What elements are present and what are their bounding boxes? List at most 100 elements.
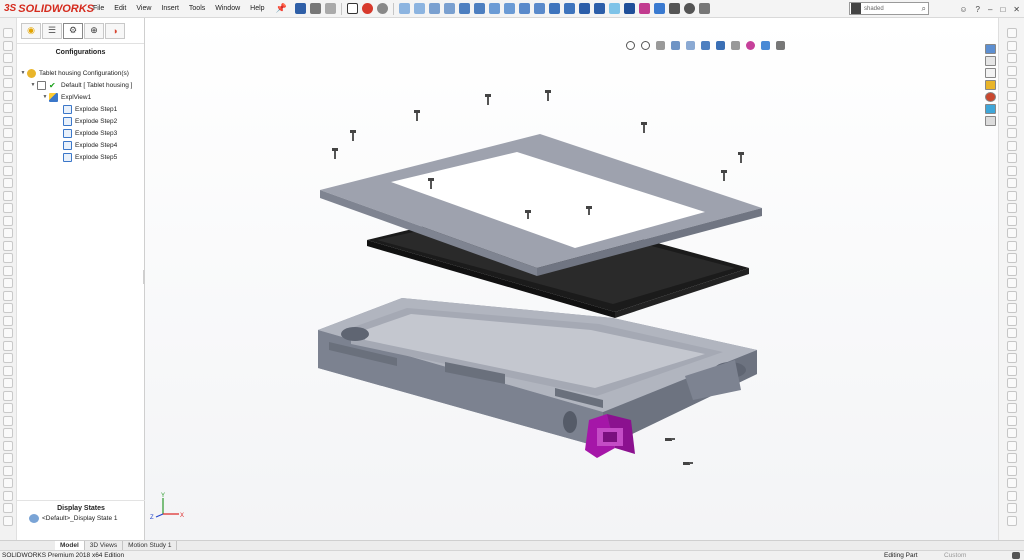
undo-icon[interactable]	[309, 3, 321, 14]
custom-properties-icon[interactable]	[985, 104, 996, 114]
left-tool-icon[interactable]	[3, 203, 13, 213]
right-tool-icon[interactable]	[1007, 190, 1017, 201]
view-icon-15[interactable]	[608, 3, 620, 14]
left-tool-icon[interactable]	[3, 403, 13, 413]
expand-arrow-icon[interactable]: ▼	[41, 94, 49, 100]
menu-help[interactable]: Help	[245, 0, 269, 18]
view-icon-4[interactable]	[443, 3, 455, 14]
left-tool-icon[interactable]	[3, 215, 13, 226]
left-tool-icon[interactable]	[3, 265, 13, 276]
appearances-icon[interactable]	[985, 92, 996, 102]
left-tool-icon[interactable]	[3, 478, 13, 488]
left-tool-icon[interactable]	[3, 365, 13, 376]
right-tool-icon[interactable]	[1007, 65, 1017, 76]
tree-item-explode-step[interactable]: Explode Step2	[17, 115, 144, 127]
right-tool-icon[interactable]	[1007, 440, 1017, 451]
right-tool-icon[interactable]	[1007, 140, 1017, 151]
right-tool-icon[interactable]	[1007, 28, 1017, 38]
left-tool-icon[interactable]	[3, 78, 13, 88]
dimxpert-icon[interactable]: ⊕	[84, 22, 104, 39]
feature-manager-icon[interactable]: ◉	[21, 22, 41, 39]
view-icon-11[interactable]	[548, 3, 560, 14]
housing-base[interactable]	[318, 298, 757, 448]
right-tool-icon[interactable]	[1007, 253, 1017, 263]
graphics-area[interactable]: Y X Z	[145, 18, 998, 540]
view-icon-14[interactable]	[593, 3, 605, 14]
view-icon-10[interactable]	[533, 3, 545, 14]
right-tool-icon[interactable]	[1007, 515, 1017, 526]
left-tool-icon[interactable]	[3, 178, 13, 188]
right-tool-icon[interactable]	[1007, 453, 1017, 463]
redo-icon[interactable]	[324, 3, 336, 14]
left-tool-icon[interactable]	[3, 315, 13, 326]
display-state-item[interactable]: <Default>_Display State 1	[29, 514, 118, 523]
view-icon-2[interactable]	[413, 3, 425, 14]
forum-icon[interactable]	[985, 116, 996, 126]
right-tool-icon[interactable]	[1007, 165, 1017, 176]
user-icon[interactable]: ☺	[955, 5, 971, 14]
configuration-manager-icon[interactable]: ⚙	[63, 22, 83, 39]
pin-icon[interactable]: 📌	[270, 3, 293, 14]
view-icon-9[interactable]	[518, 3, 530, 14]
screw[interactable]	[545, 90, 551, 101]
right-tool-icon[interactable]	[1007, 365, 1017, 376]
help-icon[interactable]: ?	[972, 5, 984, 14]
view-icon-8[interactable]	[503, 3, 515, 14]
tree-item-explode-step[interactable]: Explode Step1	[17, 103, 144, 115]
display-manager-icon[interactable]: ◑	[105, 22, 125, 39]
design-library-icon[interactable]	[985, 56, 996, 66]
left-tool-icon[interactable]	[3, 128, 13, 138]
screw[interactable]	[332, 148, 338, 159]
expand-arrow-icon[interactable]: ▼	[29, 82, 37, 88]
view-icon-16[interactable]	[623, 3, 635, 14]
view-icon-7[interactable]	[488, 3, 500, 14]
screw[interactable]	[641, 122, 647, 133]
left-tool-icon[interactable]	[3, 453, 13, 463]
home-icon[interactable]	[985, 44, 996, 54]
left-tool-icon[interactable]	[3, 240, 13, 251]
right-tool-icon[interactable]	[1007, 503, 1017, 513]
view-icon-3[interactable]	[428, 3, 440, 14]
tree-item-explode-step[interactable]: Explode Step5	[17, 151, 144, 163]
tree-item-explode-step[interactable]: Explode Step3	[17, 127, 144, 139]
command-search[interactable]: shaded ⌕	[849, 2, 929, 15]
left-tool-icon[interactable]	[3, 190, 13, 201]
left-tool-icon[interactable]	[3, 40, 13, 51]
move-icon[interactable]	[668, 3, 680, 14]
select-icon[interactable]	[346, 3, 358, 14]
search-icon[interactable]: ⌕	[922, 4, 928, 14]
menu-insert[interactable]: Insert	[156, 0, 184, 18]
right-tool-icon[interactable]	[1007, 178, 1017, 188]
menu-view[interactable]: View	[131, 0, 156, 18]
left-tool-icon[interactable]	[3, 90, 13, 101]
right-tool-icon[interactable]	[1007, 53, 1017, 63]
right-tool-icon[interactable]	[1007, 278, 1017, 288]
view-icon-1[interactable]	[398, 3, 410, 14]
appearance-icon[interactable]	[638, 3, 650, 14]
right-tool-icon[interactable]	[1007, 465, 1017, 476]
right-tool-icon[interactable]	[1007, 153, 1017, 163]
menu-edit[interactable]: Edit	[109, 0, 131, 18]
tab-3d-views[interactable]: 3D Views	[85, 540, 124, 551]
right-tool-icon[interactable]	[1007, 490, 1017, 501]
left-tool-icon[interactable]	[3, 353, 13, 363]
traffic-light-icon[interactable]	[361, 3, 373, 14]
left-tool-icon[interactable]	[3, 503, 13, 513]
view-icon-6[interactable]	[473, 3, 485, 14]
left-tool-icon[interactable]	[3, 340, 13, 351]
search-scope-icon[interactable]	[851, 3, 861, 14]
chat-icon[interactable]	[1012, 552, 1020, 559]
right-tool-icon[interactable]	[1007, 415, 1017, 426]
left-tool-icon[interactable]	[3, 415, 13, 426]
left-tool-icon[interactable]	[3, 390, 13, 401]
left-tool-icon[interactable]	[3, 165, 13, 176]
right-tool-icon[interactable]	[1007, 78, 1017, 88]
right-tool-icon[interactable]	[1007, 203, 1017, 213]
gear-icon[interactable]	[376, 3, 388, 14]
menu-tools[interactable]: Tools	[184, 0, 210, 18]
rotate-icon[interactable]	[683, 3, 695, 14]
right-tool-icon[interactable]	[1007, 115, 1017, 126]
left-tool-icon[interactable]	[3, 253, 13, 263]
left-tool-icon[interactable]	[3, 115, 13, 126]
left-tool-icon[interactable]	[3, 103, 13, 113]
